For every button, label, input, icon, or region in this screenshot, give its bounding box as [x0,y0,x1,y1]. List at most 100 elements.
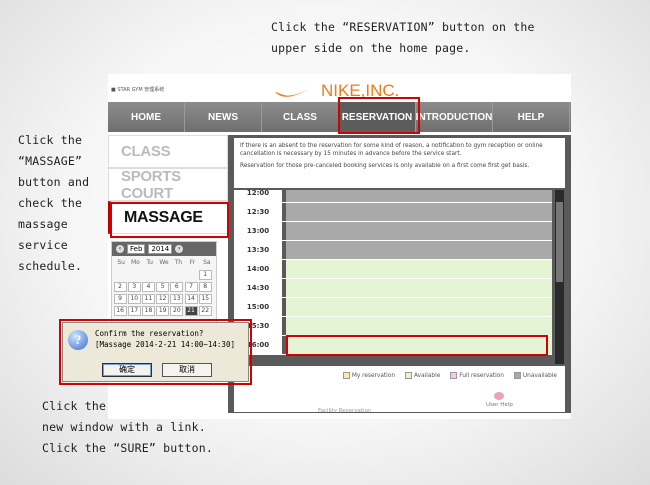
day-cell[interactable]: 16 [113,306,127,316]
day-cell[interactable]: 19 [156,306,170,316]
day-cell[interactable]: 22 [198,306,212,316]
day-blank [170,270,183,280]
dialog-message: Confirm the reservation? [Massage 2014-2… [95,328,235,350]
legend-label: Unavailable [522,372,557,379]
day-cell[interactable]: 12 [156,294,170,304]
time-slot[interactable] [286,298,552,316]
nav-class[interactable]: CLASS [262,102,339,132]
schedule-row: 15:00 [234,298,552,317]
user-help-label: User Help [486,402,513,408]
time-label: 14:30 [234,279,286,297]
ok-button[interactable]: 确定 [102,363,152,377]
legend: My reservation Available Full reservation U… [234,366,565,412]
user-help-link[interactable]: User Help [486,392,513,408]
next-month-icon[interactable]: › [175,245,184,253]
calendar-header: ‹ Feb 2014 › [112,242,216,256]
schedule-row: 13:30 [234,241,552,260]
legend-item: Available [405,372,440,379]
weekday-label: Mo [130,259,140,266]
day-cell[interactable]: 17 [127,306,141,316]
schedule-panel: If there is an absent to the reservation… [228,135,571,413]
weekday-label: Fr [189,259,196,266]
scroll-thumb[interactable] [556,202,563,282]
day-cell[interactable]: 18 [141,306,155,316]
cancel-button[interactable]: 取消 [162,363,212,377]
legend-item: My reservation [342,372,396,379]
highlight-reservation [338,97,420,134]
year-select[interactable]: 2014 [148,244,173,254]
day-cell[interactable]: 5 [156,282,170,292]
facility-reservation-link[interactable]: Facility Reservation [318,408,371,414]
weekday-label: We [159,259,169,266]
legend-item: Full reservation [450,372,504,379]
legend-item: Unavailable [513,372,557,379]
legend-swatch [342,372,350,379]
confirm-dialog: ? Confirm the reservation? [Massage 2014… [62,322,249,382]
time-slot[interactable] [286,317,552,335]
schedule-scrollbar[interactable] [555,190,564,364]
day-cell[interactable]: 11 [141,294,155,304]
day-cell[interactable]: 15 [198,294,212,304]
day-blank [142,270,155,280]
time-slot [286,190,552,202]
weekday-label: Su [117,259,125,266]
day-cell[interactable]: 8 [198,282,212,292]
time-slot[interactable] [286,279,552,297]
day-cell[interactable]: 2 [113,282,127,292]
day-cell[interactable]: 6 [170,282,184,292]
time-slot [286,241,552,259]
time-label: 14:00 [234,260,286,278]
legend-swatch [450,372,458,379]
user-help-icon [494,392,505,400]
sidebar-item-class[interactable]: CLASS [108,135,228,168]
nav-introduction[interactable]: INTRODUCTION [416,102,493,132]
nav-news[interactable]: NEWS [185,102,262,132]
instruction-confirm-line2: Click the “SURE” button. [42,441,213,455]
prev-month-icon[interactable]: ‹ [116,245,124,253]
day-cell[interactable]: 10 [127,294,141,304]
time-label: 12:00 [234,190,286,202]
legend-swatch [405,372,413,379]
day-cell[interactable]: 3 [127,282,141,292]
month-select[interactable]: Feb [127,244,146,254]
highlight-slot [286,335,548,356]
legend-label: Available [414,372,441,379]
schedule-row: 12:00 [234,190,552,203]
dialog-title: Confirm the reservation? [95,329,204,338]
legend-label: Full reservation [459,372,504,379]
day-cell[interactable]: 21 [184,306,198,316]
schedule-row: 13:00 [234,222,552,241]
day-cell[interactable]: 9 [113,294,127,304]
legend-label: My reservation [351,372,396,379]
swoosh-icon [275,86,313,97]
day-blank [156,270,169,280]
highlight-massage [110,202,229,238]
day-cell[interactable]: 1 [198,270,212,280]
legend-swatch [513,372,521,379]
schedule-row: 15:30 [234,317,552,336]
day-blank [114,270,127,280]
notice-line1: If there is an absent to the reservation… [240,143,543,157]
time-slot [286,203,552,221]
day-cell[interactable]: 20 [170,306,184,316]
day-cell[interactable]: 13 [170,294,184,304]
nav-help[interactable]: HELP [493,102,570,132]
schedule-row: 14:30 [234,279,552,298]
weekday-label: Sa [203,259,211,266]
time-label: 15:00 [234,298,286,316]
day-cell[interactable]: 14 [184,294,198,304]
time-label: 13:00 [234,222,286,240]
question-icon: ? [68,330,88,350]
time-label: 13:30 [234,241,286,259]
sidebar-item-sports-court[interactable]: SPORTS COURT [108,168,228,202]
day-cell[interactable]: 4 [141,282,155,292]
day-cell[interactable]: 7 [184,282,198,292]
dialog-detail: [Massage 2014-2-21 14:00~14:30] [95,340,235,349]
nav-home[interactable]: HOME [108,102,185,132]
notice-box: If there is an absent to the reservation… [234,138,565,188]
schedule-row: 12:30 [234,203,552,222]
weekday-row: Su Mo Tu We Th Fr Sa [112,256,216,269]
day-blank [128,270,141,280]
notice-line2: Reservation for those pre-canceled booki… [240,163,530,169]
time-slot[interactable] [286,260,552,278]
